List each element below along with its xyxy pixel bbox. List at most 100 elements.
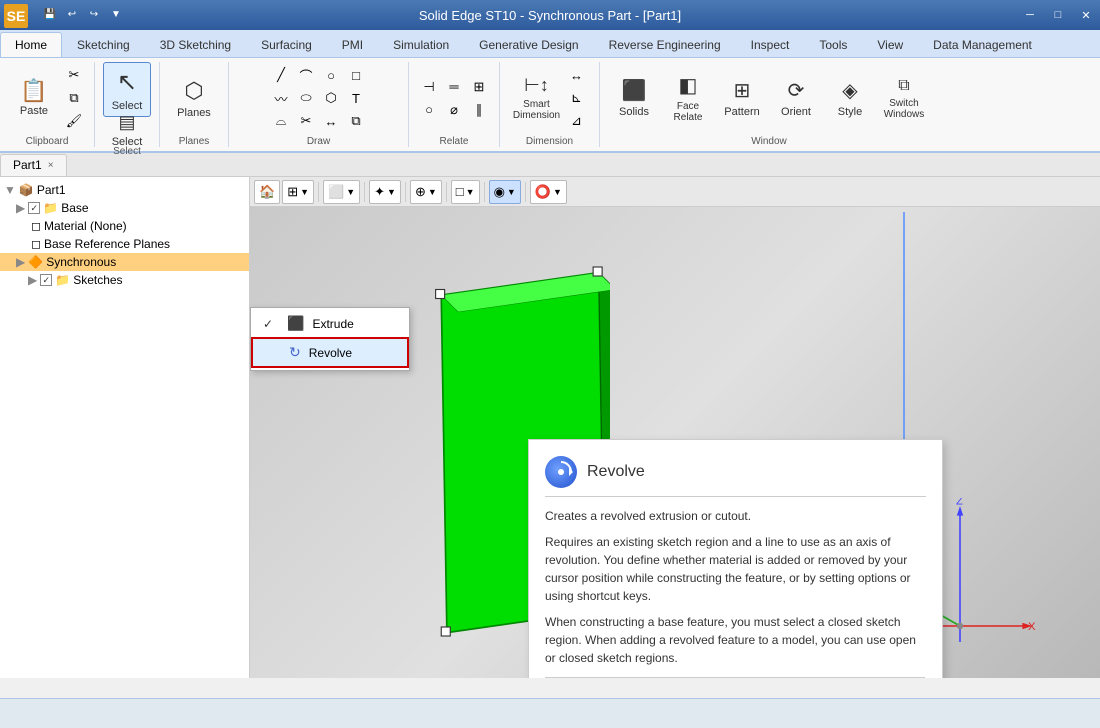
- tab-reverse-engineering[interactable]: Reverse Engineering: [594, 32, 736, 57]
- solids-icon: ⬛: [622, 78, 647, 103]
- popup-title: Revolve: [587, 463, 645, 481]
- tab-generative-design[interactable]: Generative Design: [464, 32, 593, 57]
- relate-btn2[interactable]: ═: [442, 76, 466, 98]
- offset-button[interactable]: ⧉: [344, 110, 368, 132]
- tab-3d-sketching[interactable]: 3D Sketching: [145, 32, 246, 57]
- revolve-help-popup: Revolve Creates a revolved extrusion or …: [528, 439, 943, 678]
- sketch-display-button[interactable]: □▼: [451, 180, 480, 204]
- display-mode-button[interactable]: ⬜▼: [323, 180, 360, 204]
- base-checkbox[interactable]: [28, 202, 40, 214]
- dim-btn2[interactable]: ⊾: [565, 87, 589, 109]
- ribbon-tab-bar: Home Sketching 3D Sketching Surfacing PM…: [0, 30, 1100, 58]
- planes-button[interactable]: ⬡ Planes: [168, 64, 220, 132]
- nav-item-synchronous[interactable]: ▶ 🔶 Synchronous: [0, 253, 249, 271]
- doc-tab-part1[interactable]: Part1 ×: [0, 154, 67, 176]
- redo-button[interactable]: ↪: [84, 4, 104, 24]
- tab-pmi[interactable]: PMI: [327, 32, 378, 57]
- style-button[interactable]: ◈ Style: [824, 64, 876, 132]
- tab-inspect[interactable]: Inspect: [736, 32, 805, 57]
- ellipse-button[interactable]: ⬭: [294, 87, 318, 109]
- nav-material-label: Material (None): [44, 219, 127, 233]
- switch-windows-label: SwitchWindows: [884, 98, 925, 120]
- copy-button[interactable]: ⧉: [62, 87, 86, 109]
- circle-button[interactable]: ○: [319, 64, 343, 86]
- relate-btn3[interactable]: ⊞: [467, 76, 491, 98]
- feature-dropdown-menu[interactable]: ✓ ⬛ Extrude ↻ Revolve: [250, 307, 410, 371]
- face-relate-button[interactable]: ◧ FaceRelate: [662, 64, 714, 132]
- arc-button[interactable]: ⌒: [294, 64, 318, 86]
- nav-item-part1[interactable]: ▼ 📦 Part1: [0, 181, 249, 199]
- extend-button[interactable]: ↔: [319, 110, 343, 132]
- solids-button[interactable]: ⬛ Solids: [608, 64, 660, 132]
- paste-button[interactable]: 📋 Paste: [8, 64, 60, 132]
- ribbon: 📋 Paste ✂ ⧉ 🖌 Clipboard ↖ Select ▤ Selec…: [0, 58, 1100, 153]
- relate-btn5[interactable]: ⌀: [442, 99, 466, 121]
- customise-button[interactable]: ▼: [106, 4, 126, 24]
- dim-small: ↔ ⊾ ⊿: [565, 64, 589, 132]
- additional-view-button[interactable]: ⭕▼: [530, 180, 567, 204]
- viewport: 🏠 ⊞▼ ⬜▼ ✦▼ ⊕▼ □▼ ◉▼: [250, 177, 1100, 678]
- home-view-button[interactable]: 🏠: [254, 180, 280, 204]
- undo-button[interactable]: ↩: [62, 4, 82, 24]
- view-cube-dropdown[interactable]: ⊞▼: [282, 180, 314, 204]
- nav-item-material[interactable]: ◻ Material (None): [0, 217, 249, 235]
- tab-view[interactable]: View: [862, 32, 918, 57]
- text-button[interactable]: T: [344, 87, 368, 109]
- pattern-label: Pattern: [724, 106, 759, 118]
- description3: When constructing a base feature, you mu…: [545, 613, 926, 667]
- tab-data-management[interactable]: Data Management: [918, 32, 1047, 57]
- window-controls: ─ □ ✕: [1016, 0, 1100, 30]
- extrude-checkmark: ✓: [263, 317, 279, 331]
- planes-group-label: Planes: [179, 134, 210, 147]
- orient-button[interactable]: ⟳ Orient: [770, 64, 822, 132]
- relate-btn6[interactable]: ∥: [467, 99, 491, 121]
- window-title: Solid Edge ST10 - Synchronous Part - [Pa…: [419, 8, 681, 23]
- smart-dimension-button[interactable]: ⊢↕ SmartDimension: [511, 64, 563, 132]
- nav-item-base-planes[interactable]: ◻ Base Reference Planes: [0, 235, 249, 253]
- minimize-button[interactable]: ─: [1016, 0, 1044, 30]
- spline-button[interactable]: 〰: [269, 87, 293, 109]
- trim-button[interactable]: ✂: [294, 110, 318, 132]
- doc-tab-label: Part1: [13, 158, 42, 172]
- tab-simulation[interactable]: Simulation: [378, 32, 464, 57]
- draw-col1: ╱ ⌒ ○ □ 〰 ⬭ ⬡ T ⌓ ✂ ↔ ⧉: [269, 64, 368, 132]
- relate-btn1[interactable]: ⊣: [417, 76, 441, 98]
- document-tab-bar: Part1 ×: [0, 153, 1100, 177]
- dim-btn3[interactable]: ⊿: [565, 110, 589, 132]
- fillet-button[interactable]: ⌓: [269, 110, 293, 132]
- pattern-button[interactable]: ⊞ Pattern: [716, 64, 768, 132]
- nav-item-sketches[interactable]: ▶ 📁 Sketches: [0, 271, 249, 289]
- tab-home[interactable]: Home: [0, 32, 62, 57]
- ribbon-group-relate: ⊣ ═ ⊞ ○ ⌀ ∥ Relate: [409, 62, 500, 147]
- select2-button[interactable]: ▤ Select: [103, 89, 151, 144]
- nav-item-base[interactable]: ▶ 📁 Base: [0, 199, 249, 217]
- nav-base-label: Base: [61, 201, 88, 215]
- revolve-menu-item[interactable]: ↻ Revolve: [251, 337, 409, 368]
- close-button[interactable]: ✕: [1072, 0, 1100, 30]
- section-view-button[interactable]: ⊕▼: [410, 180, 442, 204]
- tab-surfacing[interactable]: Surfacing: [246, 32, 327, 57]
- relate-btn4[interactable]: ○: [417, 99, 441, 121]
- tab-tools[interactable]: Tools: [804, 32, 862, 57]
- solids-group-label: Window: [751, 134, 787, 147]
- rect-button[interactable]: □: [344, 64, 368, 86]
- switch-windows-button[interactable]: ⧉ SwitchWindows: [878, 64, 930, 132]
- popup-body: Creates a revolved extrusion or cutout. …: [545, 507, 926, 667]
- popup-header: Revolve: [545, 456, 926, 497]
- cut-button[interactable]: ✂: [62, 64, 86, 86]
- doc-tab-close[interactable]: ×: [48, 160, 54, 171]
- extrude-menu-item[interactable]: ✓ ⬛ Extrude: [251, 310, 409, 337]
- planes-buttons: ⬡ Planes: [168, 62, 220, 134]
- polygon-button[interactable]: ⬡: [319, 87, 343, 109]
- save-button[interactable]: 💾: [40, 4, 60, 24]
- sketches-checkbox[interactable]: [40, 274, 52, 286]
- toolbar-separator-6: [525, 182, 526, 202]
- format-paint-button[interactable]: 🖌: [62, 110, 86, 132]
- orient-view-button[interactable]: ✦▼: [369, 180, 401, 204]
- view-display-button[interactable]: ◉▼: [489, 180, 521, 204]
- clipboard-small-buttons: ✂ ⧉ 🖌: [62, 64, 86, 132]
- maximize-button[interactable]: □: [1044, 0, 1072, 30]
- dim-btn1[interactable]: ↔: [565, 64, 589, 86]
- line-button[interactable]: ╱: [269, 64, 293, 86]
- tab-sketching[interactable]: Sketching: [62, 32, 145, 57]
